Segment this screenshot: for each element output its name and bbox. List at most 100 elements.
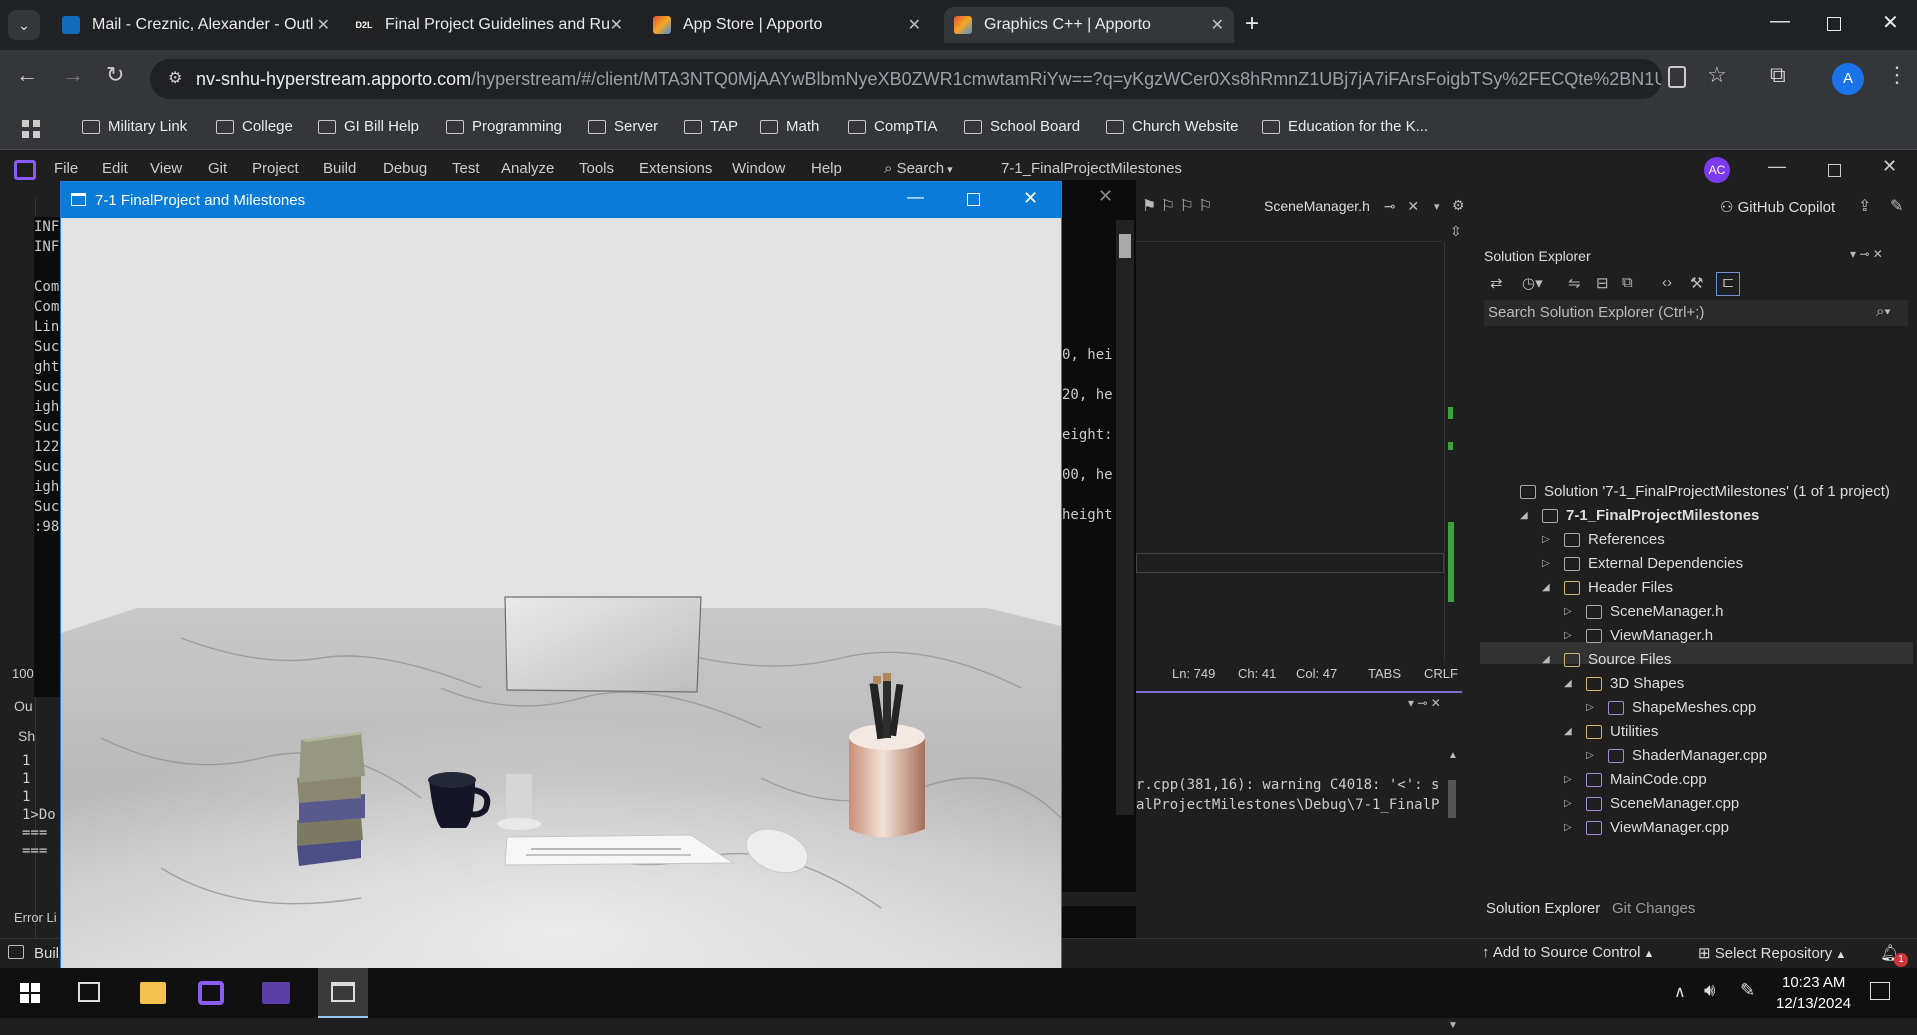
notification-center-icon[interactable] — [1870, 982, 1890, 1000]
collapsed-arrow-icon[interactable]: ▷ — [1564, 606, 1572, 617]
se-header-controls[interactable]: ▾ ⊸ ✕ — [1850, 247, 1883, 261]
expanded-arrow-icon[interactable]: ◢ — [1564, 678, 1572, 689]
browser-tab-graphics[interactable]: Graphics C++ | Apporto ✕ — [944, 7, 1234, 43]
menu-build[interactable]: Build — [323, 160, 356, 177]
split-editor-icon[interactable]: ⇳ — [1450, 223, 1462, 240]
bookmark-military-link[interactable]: Military Link — [82, 118, 187, 135]
new-tab-icon[interactable]: + — [1245, 10, 1259, 38]
menu-analyze[interactable]: Analyze — [501, 160, 554, 177]
opengl-window-titlebar[interactable]: 7-1 FinalProject and Milestones — ✕ — [61, 182, 1061, 218]
wrench-icon[interactable]: ⚒ — [1690, 274, 1703, 292]
close-icon[interactable]: ✕ — [1211, 15, 1224, 35]
clock-time[interactable]: 10:23 AM — [1782, 974, 1845, 991]
restore-icon[interactable] — [1827, 17, 1841, 31]
line-ending[interactable]: CRLF — [1424, 666, 1458, 681]
minimize-icon[interactable]: — — [907, 187, 924, 207]
code-editor[interactable] — [1136, 242, 1444, 662]
collapsed-arrow-icon[interactable]: ▷ — [1564, 774, 1572, 785]
address-bar[interactable]: ⚙ nv-snhu-hyperstream.apporto.com/hypers… — [150, 59, 1662, 99]
chevron-up-icon[interactable]: ∧ — [1674, 982, 1686, 1002]
line-number[interactable]: Ln: 749 — [1172, 666, 1215, 681]
back-icon[interactable]: ← — [16, 62, 38, 88]
tree-item[interactable]: ▷ MainCode.cpp — [1564, 771, 1707, 788]
select-repository[interactable]: ⊞ Select Repository ▲ — [1698, 944, 1846, 962]
bookmark-math[interactable]: Math — [760, 118, 819, 135]
terminal-taskbar-icon[interactable] — [262, 982, 290, 1004]
share-icon[interactable]: ⇪ — [1858, 196, 1871, 216]
volume-icon[interactable]: 🔊︎ — [1704, 980, 1715, 1001]
tree-item[interactable]: ◢ Source Files — [1542, 651, 1671, 668]
zoom-level[interactable]: 100 — [12, 666, 34, 681]
profile-avatar[interactable]: A — [1832, 63, 1864, 95]
menu-help[interactable]: Help — [811, 160, 842, 177]
bookmark-college[interactable]: College — [216, 118, 293, 135]
error-list-tab[interactable]: Error Li — [14, 910, 57, 925]
tree-item[interactable]: ▷ ShapeMeshes.cpp — [1586, 699, 1756, 716]
vs-restore-icon[interactable] — [1828, 164, 1841, 177]
bookmark-programming[interactable]: Programming — [446, 118, 562, 135]
output-panel-controls[interactable]: ▾ ⊸ ✕ — [1408, 696, 1441, 710]
site-info-icon[interactable]: ⚙ — [168, 68, 182, 88]
opengl-app-taskbar-icon[interactable] — [318, 968, 368, 1018]
bookmark-server[interactable]: Server — [588, 118, 658, 135]
pen-icon[interactable]: ✎ — [1740, 980, 1755, 1001]
bookmark-comptia[interactable]: CompTIA — [848, 118, 937, 135]
expanded-arrow-icon[interactable]: ◢ — [1564, 726, 1572, 737]
expanded-arrow-icon[interactable]: ◢ — [1542, 582, 1550, 593]
tree-item[interactable]: ▷ ViewManager.h — [1564, 627, 1713, 644]
console-scrollbar[interactable] — [1116, 220, 1134, 815]
menu-extensions[interactable]: Extensions — [639, 160, 712, 177]
forward-icon[interactable]: → — [62, 62, 84, 88]
collapsed-arrow-icon[interactable]: ▷ — [1542, 558, 1550, 569]
tab-git-changes[interactable]: Git Changes — [1612, 900, 1695, 917]
sync-active-icon[interactable]: ⇋ — [1568, 274, 1581, 292]
editor-scrollbar[interactable] — [1444, 242, 1462, 662]
extensions-icon[interactable]: ⧉ — [1770, 62, 1786, 88]
close-icon[interactable]: ✕ — [1023, 188, 1038, 209]
vs-close-icon[interactable]: ✕ — [1882, 156, 1897, 177]
pin-icon[interactable]: ⊸ — [1384, 198, 1396, 214]
tree-item[interactable]: ▷ ViewManager.cpp — [1564, 819, 1729, 836]
collapsed-arrow-icon[interactable]: ▷ — [1586, 750, 1594, 761]
menu-file[interactable]: File — [54, 160, 78, 177]
maximize-icon[interactable] — [967, 193, 980, 206]
browser-tab-mail[interactable]: Mail - Creznic, Alexander - Outl ✕ — [52, 7, 340, 43]
bookmark-tap[interactable]: TAP — [684, 118, 738, 135]
solution-explorer-search[interactable]: Search Solution Explorer (Ctrl+;) ⌕▾ — [1484, 300, 1908, 326]
history-icon[interactable]: ◷▾ — [1522, 274, 1543, 292]
output-tab[interactable]: Ou — [14, 698, 33, 714]
close-window-icon[interactable]: ✕ — [1882, 10, 1899, 35]
column-number[interactable]: Col: 47 — [1296, 666, 1337, 681]
bookmark-church-website[interactable]: Church Website — [1106, 118, 1238, 135]
menu-window[interactable]: Window — [732, 160, 785, 177]
copy-icon[interactable]: ⧉ — [1622, 274, 1633, 291]
sync-icon[interactable]: ⇄ — [1490, 274, 1503, 292]
bookmark-icon[interactable]: ⚑ ⚐ ⚐ ⚐ — [1142, 196, 1213, 216]
collapsed-arrow-icon[interactable]: ▷ — [1542, 534, 1550, 545]
opengl-3d-viewport[interactable] — [61, 218, 1061, 968]
tab-search-button[interactable]: ⌄ — [8, 10, 40, 40]
vs-search-box[interactable]: ⌕ Search ▾ — [884, 160, 953, 177]
tree-item[interactable]: ◢ 3D Shapes — [1564, 675, 1684, 692]
close-icon[interactable]: ✕ — [908, 15, 921, 35]
close-icon[interactable]: ✕ — [610, 15, 623, 35]
tree-item[interactable]: ▷ SceneManager.cpp — [1564, 795, 1739, 812]
github-copilot-button[interactable]: ⚇ GitHub Copilot — [1720, 198, 1835, 216]
bookmark-education[interactable]: Education for the K... — [1262, 118, 1428, 135]
file-explorer-icon[interactable] — [140, 982, 166, 1004]
opengl-window[interactable]: 7-1 FinalProject and Milestones — ✕ — [60, 181, 1062, 968]
minimize-icon[interactable]: — — [1770, 10, 1790, 33]
char-number[interactable]: Ch: 41 — [1238, 666, 1276, 681]
menu-test[interactable]: Test — [452, 160, 480, 177]
clock-date[interactable]: 12/13/2024 — [1776, 995, 1851, 1012]
console-close-icon[interactable]: ✕ — [1098, 186, 1113, 207]
tree-item[interactable]: ▷ External Dependencies — [1542, 555, 1743, 572]
output-hscroll[interactable] — [1062, 892, 1442, 906]
expanded-arrow-icon[interactable]: ◢ — [1542, 654, 1550, 665]
user-avatar[interactable]: AC — [1704, 157, 1730, 183]
browser-tab-guidelines[interactable]: D2L Final Project Guidelines and Ru ✕ — [345, 7, 633, 43]
visual-studio-taskbar-icon[interactable] — [198, 981, 224, 1005]
menu-git[interactable]: Git — [208, 160, 227, 177]
windows-start-icon[interactable] — [20, 983, 40, 1003]
bookmark-school-board[interactable]: School Board — [964, 118, 1080, 135]
